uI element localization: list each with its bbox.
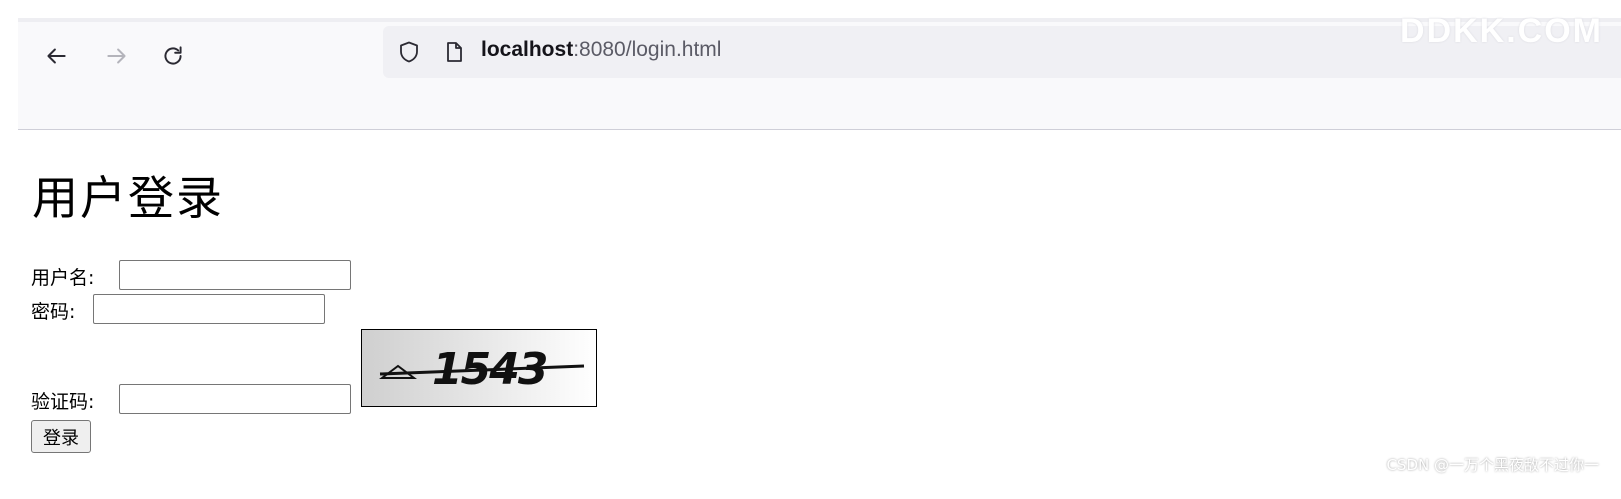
captcha-input[interactable] [119,384,351,414]
login-button[interactable]: 登录 [31,420,91,453]
address-text[interactable]: localhost:8080/login.html [481,38,721,62]
password-label: 密码: [31,301,76,323]
page-icon[interactable] [442,40,466,64]
toolbar-divider [18,129,1621,130]
csdn-watermark: CSDN @一万个黑夜敌不过你一 [1386,456,1599,474]
watermark-logo: DDKK.COM [1400,12,1603,50]
url-host: localhost [481,38,574,61]
arrow-left-icon [47,48,66,64]
shield-icon[interactable] [397,40,421,64]
password-input[interactable] [93,294,325,324]
reload-button[interactable] [157,40,189,72]
url-path: :8080/login.html [573,38,722,61]
forward-button[interactable] [101,40,133,72]
username-input[interactable] [119,260,351,290]
back-button[interactable] [40,40,72,72]
reload-icon [164,46,182,65]
username-label: 用户名: [31,267,95,289]
arrow-right-icon [107,48,126,64]
captcha-image[interactable]: 1543 [361,329,597,407]
page-title: 用户登录 [32,171,224,225]
captcha-noise [379,364,585,379]
captcha-label: 验证码: [31,391,95,413]
